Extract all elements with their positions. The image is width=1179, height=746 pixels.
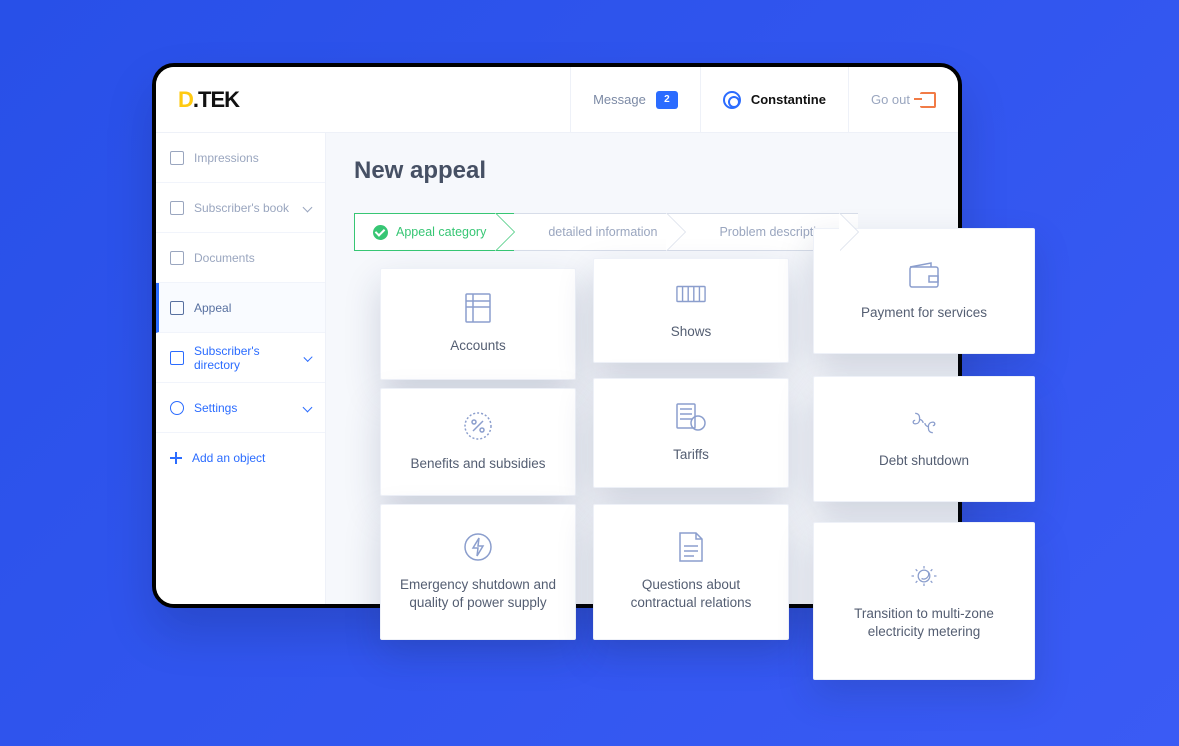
card-accounts[interactable]: Accounts bbox=[380, 268, 576, 380]
messages-button[interactable]: Message 2 bbox=[570, 67, 700, 132]
messages-badge-icon: 2 bbox=[656, 91, 678, 109]
step-detailed-information[interactable]: detailed information bbox=[514, 213, 685, 251]
sidebar: Impressions Subscriber's book Documents … bbox=[156, 133, 326, 604]
card-label: Shows bbox=[671, 323, 712, 341]
logout-label: Go out bbox=[871, 92, 910, 107]
document-icon bbox=[170, 251, 184, 265]
percent-icon bbox=[463, 411, 493, 441]
step-appeal-category[interactable]: Appeal category bbox=[354, 213, 514, 251]
card-label: Benefits and subsidies bbox=[410, 455, 545, 473]
card-shows[interactable]: Shows bbox=[593, 258, 789, 363]
sidebar-item-subscribers-directory[interactable]: Subscriber's directory bbox=[156, 333, 325, 383]
bolt-icon bbox=[463, 532, 493, 562]
card-emergency[interactable]: Emergency shutdown and quality of power … bbox=[380, 504, 576, 640]
check-icon bbox=[373, 225, 388, 240]
sidebar-item-documents[interactable]: Documents bbox=[156, 233, 325, 283]
header: D.TEK Message 2 Constantine Go out bbox=[156, 67, 958, 133]
sidebar-item-settings[interactable]: Settings bbox=[156, 383, 325, 433]
tariffs-icon bbox=[676, 402, 706, 432]
chevron-down-icon bbox=[303, 353, 312, 362]
folder-icon bbox=[170, 351, 184, 365]
meter-icon bbox=[676, 279, 706, 309]
gear-icon bbox=[170, 401, 184, 415]
page-title: New appeal bbox=[354, 157, 930, 185]
clipboard-icon bbox=[170, 151, 184, 165]
messages-label: Message bbox=[593, 92, 646, 107]
book-icon bbox=[170, 201, 184, 215]
card-label: Debt shutdown bbox=[879, 452, 969, 470]
sidebar-add-object[interactable]: Add an object bbox=[156, 433, 325, 483]
card-label: Tariffs bbox=[673, 446, 709, 464]
user-menu[interactable]: Constantine bbox=[700, 67, 848, 132]
chat-icon bbox=[170, 301, 184, 315]
day-night-icon bbox=[909, 561, 939, 591]
card-metering[interactable]: Transition to multi-zone electricity met… bbox=[813, 522, 1035, 680]
sidebar-item-impressions[interactable]: Impressions bbox=[156, 133, 325, 183]
accounts-icon bbox=[463, 293, 493, 323]
wallet-icon bbox=[909, 260, 939, 290]
card-label: Payment for services bbox=[861, 304, 987, 322]
chevron-down-icon bbox=[303, 203, 313, 213]
card-label: Emergency shutdown and quality of power … bbox=[397, 576, 559, 612]
sidebar-item-appeal[interactable]: Appeal bbox=[156, 283, 325, 333]
logout-icon bbox=[920, 92, 936, 108]
sidebar-item-subscribers-book[interactable]: Subscriber's book bbox=[156, 183, 325, 233]
logout-button[interactable]: Go out bbox=[848, 67, 958, 132]
plug-icon bbox=[909, 408, 939, 438]
card-label: Questions about contractual relations bbox=[610, 576, 772, 612]
logo: D.TEK bbox=[156, 67, 326, 132]
card-contracts[interactable]: Questions about contractual relations bbox=[593, 504, 789, 640]
card-label: Transition to multi-zone electricity met… bbox=[830, 605, 1018, 641]
contract-icon bbox=[676, 532, 706, 562]
stepper: Appeal category detailed information Pro… bbox=[354, 213, 930, 251]
card-benefits[interactable]: Benefits and subsidies bbox=[380, 388, 576, 496]
user-name: Constantine bbox=[751, 92, 826, 107]
card-tariffs[interactable]: Tariffs bbox=[593, 378, 789, 488]
chevron-down-icon bbox=[303, 403, 313, 413]
card-label: Accounts bbox=[450, 337, 506, 355]
card-debt[interactable]: Debt shutdown bbox=[813, 376, 1035, 502]
plus-icon bbox=[170, 452, 182, 464]
user-icon bbox=[723, 91, 741, 109]
